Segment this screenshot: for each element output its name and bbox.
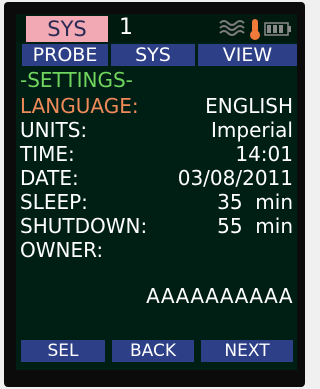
setting-row-shutdown[interactable]: SHUTDOWN: 55 min: [16, 214, 297, 238]
setting-row-sleep[interactable]: SLEEP: 35 min: [16, 190, 297, 214]
owner-value: AAAAAAAAAA: [146, 284, 293, 308]
setting-label: UNITS:: [20, 118, 88, 142]
wave-icon: [219, 20, 245, 36]
battery-icon: [264, 22, 291, 36]
setting-label: DATE:: [20, 166, 79, 190]
mode-badge: SYS: [26, 16, 108, 42]
tab-bar: PROBE SYS VIEW: [16, 42, 297, 68]
setting-label: LANGUAGE:: [20, 94, 139, 118]
setting-row-time[interactable]: TIME: 14:01: [16, 142, 297, 166]
device-screen: SYS 1 PROBE SYS VIEW -SETTINGS- LANGUAGE…: [16, 14, 297, 370]
setting-value: ENGLISH: [205, 94, 293, 118]
setting-row-date[interactable]: DATE: 03/08/2011: [16, 166, 297, 190]
setting-label: SLEEP:: [20, 190, 88, 214]
setting-row-owner[interactable]: OWNER:: [16, 238, 297, 262]
setting-value: Imperial: [211, 118, 293, 142]
setting-value: 55 min: [217, 214, 293, 238]
tab-sys[interactable]: SYS: [111, 44, 195, 66]
softkey-bar: SEL BACK NEXT: [16, 340, 297, 362]
channel-number: 1: [119, 15, 133, 40]
setting-label: OWNER:: [20, 238, 104, 262]
tab-probe[interactable]: PROBE: [22, 44, 108, 66]
setting-label: SHUTDOWN:: [20, 214, 148, 238]
thermometer-icon: [250, 19, 260, 40]
sel-button[interactable]: SEL: [21, 340, 105, 362]
back-button[interactable]: BACK: [112, 340, 194, 362]
setting-row-language[interactable]: LANGUAGE: ENGLISH: [16, 94, 297, 118]
settings-title: -SETTINGS-: [20, 68, 133, 92]
setting-row-units[interactable]: UNITS: Imperial: [16, 118, 297, 142]
status-bar: SYS 1: [16, 14, 297, 42]
setting-label: TIME:: [20, 142, 75, 166]
next-button[interactable]: NEXT: [201, 340, 293, 362]
tab-view[interactable]: VIEW: [198, 44, 297, 66]
setting-value: 03/08/2011: [177, 166, 293, 190]
setting-value: 14:01: [235, 142, 293, 166]
setting-value: 35 min: [217, 190, 293, 214]
